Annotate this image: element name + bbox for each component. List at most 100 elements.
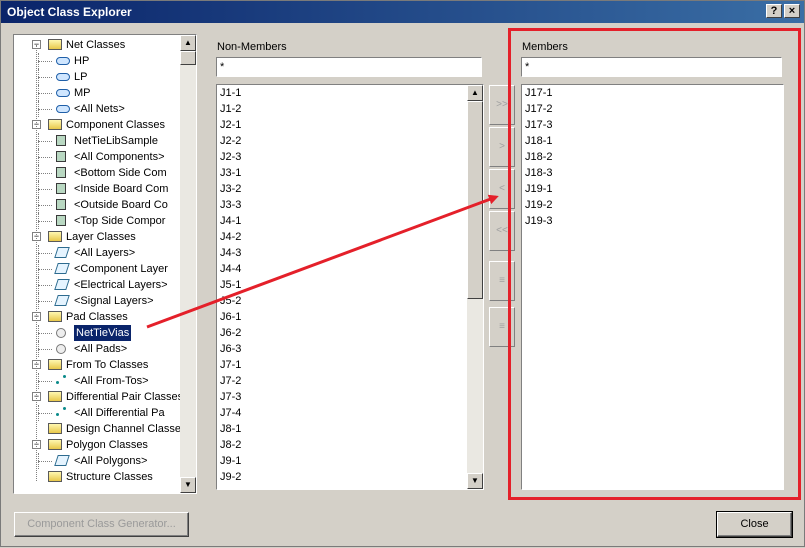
list-item[interactable]: J2-3 (217, 149, 466, 165)
scroll-down-icon[interactable]: ▼ (467, 473, 483, 489)
tree-group-row[interactable]: − Net Classes (14, 37, 180, 53)
list-item[interactable]: J7-4 (217, 405, 466, 421)
remove-all-button[interactable]: << (489, 211, 515, 251)
list-item[interactable]: J8-2 (217, 437, 466, 453)
scroll-up-icon[interactable]: ▲ (180, 35, 196, 51)
non-members-list[interactable]: J1-1 J1-2 J2-1 J2-2 J2-3 J3-1 J3-2 J3-3 J4-1 J4-2… (216, 84, 484, 490)
tree-item-row[interactable]: <Signal Layers> (14, 293, 180, 309)
tree-item-row[interactable]: <All Nets> (14, 101, 180, 117)
tree-connector (38, 333, 52, 334)
list-item[interactable]: J17-3 (522, 117, 781, 133)
list-item[interactable]: J9-1 (217, 453, 466, 469)
tree-item-row[interactable]: LP (14, 69, 180, 85)
members-list[interactable]: J17-1 J17-2 J17-3 J18-1 J18-2 J18-3 J19-1 J19-2… (521, 84, 784, 490)
tree-item-row[interactable]: <Top Side Compor (14, 213, 180, 229)
tree-item-label: Design Channel Classes (66, 423, 180, 435)
list-item[interactable]: J18-3 (522, 165, 781, 181)
tree-item-row[interactable]: <All Pads> (14, 341, 180, 357)
list-item[interactable]: J19-3 (522, 213, 781, 229)
scroll-thumb[interactable] (180, 51, 196, 65)
tree-group-row[interactable]: − Differential Pair Classes (14, 389, 180, 405)
tree-connector (38, 173, 52, 174)
tree-item-row[interactable]: HP (14, 53, 180, 69)
tree-item-row[interactable]: <Bottom Side Com (14, 165, 180, 181)
list-item[interactable]: J1-2 (217, 101, 466, 117)
tree-connector (38, 285, 52, 286)
folder-icon (48, 439, 62, 450)
class-tree: − Net Classes HP LP MP <All Nets> − Component C… (14, 35, 180, 493)
non-members-scrollbar[interactable]: ▲ ▼ (467, 85, 483, 489)
list-item[interactable]: J3-3 (217, 197, 466, 213)
tree-group-row[interactable]: − Pad Classes (14, 309, 180, 325)
component-class-generator-button[interactable]: Component Class Generator... (14, 512, 189, 537)
list-item[interactable]: J3-1 (217, 165, 466, 181)
tree-connector (38, 213, 39, 229)
scroll-down-icon[interactable]: ▼ (180, 477, 196, 493)
list-item[interactable]: J2-2 (217, 133, 466, 149)
tree-item-row[interactable]: <Outside Board Co (14, 197, 180, 213)
move-up-button[interactable]: ≡ (489, 261, 515, 301)
tree-group-row[interactable]: Structure Classes (14, 469, 180, 485)
list-item[interactable]: J4-2 (217, 229, 466, 245)
tree-item-row[interactable]: NetTieVias (14, 324, 180, 342)
list-item[interactable]: J19-1 (522, 181, 781, 197)
tree-connector (38, 85, 39, 101)
tree-item-label: <Electrical Layers> (74, 279, 168, 291)
list-item[interactable]: J19-2 (522, 197, 781, 213)
list-item[interactable]: J17-2 (522, 101, 781, 117)
list-item[interactable]: J5-2 (217, 293, 466, 309)
close-button[interactable]: Close (716, 511, 793, 538)
tree-item-row[interactable]: <All Components> (14, 149, 180, 165)
tree-item-row[interactable]: <Inside Board Com (14, 181, 180, 197)
tree-item-row[interactable]: <All Layers> (14, 245, 180, 261)
title-bar[interactable]: Object Class Explorer (1, 1, 804, 23)
list-item[interactable]: J4-4 (217, 261, 466, 277)
list-item[interactable]: J6-3 (217, 341, 466, 357)
tree-group-row[interactable]: − Component Classes (14, 117, 180, 133)
tree-group-row[interactable]: − Layer Classes (14, 229, 180, 245)
list-item[interactable]: J9-2 (217, 469, 466, 485)
tree-item-row[interactable]: <Component Layer (14, 261, 180, 277)
list-item[interactable]: J4-1 (217, 213, 466, 229)
tree-group-row[interactable]: − From To Classes (14, 357, 180, 373)
list-item[interactable]: J7-2 (217, 373, 466, 389)
scroll-up-icon[interactable]: ▲ (467, 85, 483, 101)
list-item[interactable]: J4-3 (217, 245, 466, 261)
tree-scrollbar[interactable]: ▲ ▼ (180, 35, 196, 493)
list-item[interactable]: J18-1 (522, 133, 781, 149)
move-down-button[interactable]: ≡ (489, 307, 515, 347)
tree-item-row[interactable]: <All From-Tos> (14, 373, 180, 389)
list-item[interactable]: J6-1 (217, 309, 466, 325)
tree-item-row[interactable]: <All Polygons> (14, 453, 180, 469)
tree-connector (38, 221, 52, 222)
tree-item-label: <Bottom Side Com (74, 167, 167, 179)
list-item[interactable]: J1-1 (217, 85, 466, 101)
list-item[interactable]: J5-1 (217, 277, 466, 293)
tree-group-row[interactable]: − Polygon Classes (14, 437, 180, 453)
non-members-filter-input[interactable] (216, 57, 482, 77)
tree-item-row[interactable]: <Electrical Layers> (14, 277, 180, 293)
members-filter-input[interactable] (521, 57, 782, 77)
scroll-thumb[interactable] (467, 101, 483, 299)
list-item[interactable]: J2-1 (217, 117, 466, 133)
list-item[interactable]: J6-2 (217, 325, 466, 341)
pad-class-icon (56, 328, 66, 338)
list-item[interactable]: J7-3 (217, 389, 466, 405)
close-window-button[interactable]: × (784, 4, 800, 18)
tree-item-row[interactable]: NetTieLibSample (14, 133, 180, 149)
tree-connector (38, 461, 52, 462)
tree-item-row[interactable]: <All Differential Pa (14, 405, 180, 421)
list-item[interactable]: J17-1 (522, 85, 781, 101)
help-button[interactable]: ? (766, 4, 782, 18)
list-item[interactable]: J3-2 (217, 181, 466, 197)
tree-group-row[interactable]: Design Channel Classes (14, 421, 180, 437)
add-selected-button[interactable]: > (489, 127, 515, 167)
add-all-button[interactable]: >> (489, 85, 515, 125)
list-item[interactable]: J18-2 (522, 149, 781, 165)
component-class-icon (56, 183, 66, 194)
list-item[interactable]: J8-1 (217, 421, 466, 437)
tree-item-row[interactable]: MP (14, 85, 180, 101)
tree-connector (38, 109, 52, 110)
remove-selected-button[interactable]: < (489, 169, 515, 209)
list-item[interactable]: J7-1 (217, 357, 466, 373)
